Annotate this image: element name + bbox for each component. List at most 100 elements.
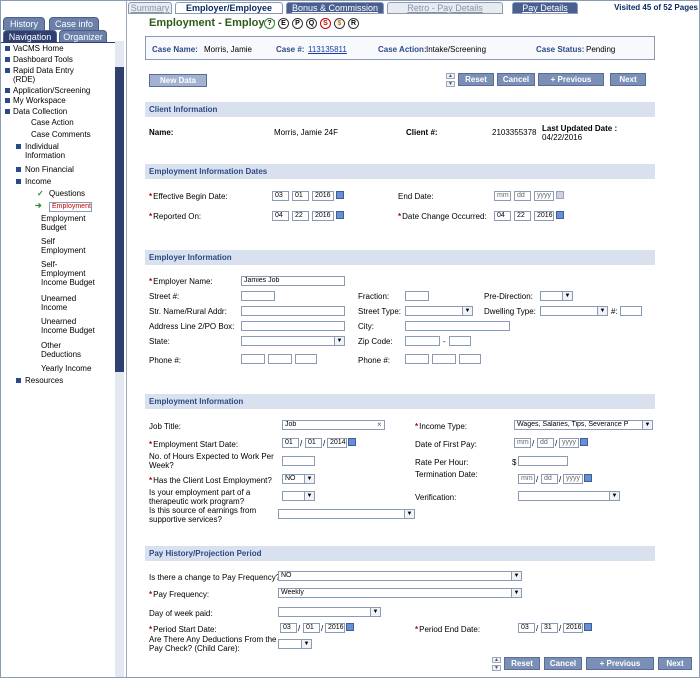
phone-2-prefix-input[interactable] [432, 354, 456, 364]
reset-button-top[interactable]: Reset [458, 73, 494, 86]
verification-select[interactable]: ▼ [518, 491, 620, 501]
previous-button-top[interactable]: + Previous [538, 73, 604, 86]
job-title-input[interactable]: Job [282, 420, 385, 430]
nav-data-collection[interactable]: Data Collection [13, 107, 67, 116]
nav-case-action[interactable]: Case Action [31, 118, 74, 127]
day-of-week-paid-select[interactable]: ▼ [278, 607, 381, 617]
calendar-icon[interactable] [336, 191, 344, 199]
cancel-button-bottom[interactable]: Cancel [544, 657, 582, 670]
end-date-year[interactable]: yyyy [534, 191, 554, 201]
phone-line-input[interactable] [295, 354, 317, 364]
nav-rapid-data-entry[interactable]: Rapid Data Entry (RDE) [13, 66, 97, 84]
calendar-icon[interactable] [556, 211, 564, 219]
period-start-day[interactable]: 01 [303, 623, 320, 633]
expand-icon[interactable] [16, 378, 21, 383]
end-date-month[interactable]: mm [494, 191, 511, 201]
nav-non-financial[interactable]: Non Financial [25, 165, 74, 174]
nav-unearned-income-budget[interactable]: Unearned Income Budget [41, 317, 101, 335]
city-input[interactable] [405, 321, 510, 331]
therapeutic-program-select[interactable]: ▼ [282, 491, 315, 501]
street-number-input[interactable] [241, 291, 275, 301]
street-name-input[interactable] [241, 306, 345, 316]
nav-employment[interactable]: Employment [49, 202, 92, 212]
nav-resources[interactable]: Resources [25, 376, 63, 385]
dollar-icon[interactable]: $ [334, 18, 345, 29]
state-select[interactable]: ▼ [241, 336, 345, 346]
scroll-up-icon[interactable]: ▲ [446, 73, 455, 79]
date-change-year[interactable]: 2016 [534, 211, 554, 221]
deductions-select[interactable]: ▼ [278, 639, 312, 649]
person-icon[interactable]: P [292, 18, 303, 29]
case-number-link[interactable]: 113135811 [308, 45, 347, 54]
tab-pay-details[interactable]: Pay Details [512, 2, 578, 14]
lost-employment-select[interactable]: NO ▼ [282, 474, 315, 484]
first-pay-year[interactable]: yyyy [559, 438, 579, 448]
period-end-year[interactable]: 2016 [563, 623, 583, 633]
help-icon[interactable]: ? [264, 18, 275, 29]
period-end-month[interactable]: 03 [518, 623, 535, 633]
phone-2-area-input[interactable] [405, 354, 429, 364]
end-date-day[interactable]: dd [514, 191, 531, 201]
first-pay-month[interactable]: mm [514, 438, 531, 448]
address-line-2-input[interactable] [241, 321, 345, 331]
expand-icon[interactable] [5, 46, 10, 51]
expand-icon[interactable] [16, 167, 21, 172]
reported-on-month[interactable]: 04 [272, 211, 289, 221]
nav-income[interactable]: Income [25, 177, 51, 186]
report-icon[interactable]: R [348, 18, 359, 29]
pay-frequency-select[interactable]: Weekly ▼ [278, 588, 522, 598]
start-date-day[interactable]: 01 [305, 438, 322, 448]
pay-frequency-change-select[interactable]: NO ▼ [278, 571, 522, 581]
sidebar-scroll-thumb[interactable] [115, 67, 124, 372]
hours-per-week-input[interactable] [282, 456, 315, 466]
phone-2-line-input[interactable] [459, 354, 481, 364]
rate-per-hour-input[interactable] [518, 456, 568, 466]
termination-day[interactable]: dd [541, 474, 558, 484]
calendar-icon[interactable] [584, 474, 592, 482]
zip-code-input[interactable] [405, 336, 440, 346]
expand-icon[interactable] [5, 88, 10, 93]
nav-other-deductions[interactable]: Other Deductions [41, 341, 101, 359]
search-icon[interactable]: Q [306, 18, 317, 29]
zip-extension-input[interactable] [449, 336, 471, 346]
expand-icon[interactable] [5, 57, 10, 62]
calendar-icon[interactable] [346, 623, 354, 631]
expand-icon[interactable] [5, 68, 10, 73]
nav-yearly-income[interactable]: Yearly Income [41, 364, 91, 373]
calendar-icon[interactable] [556, 191, 564, 199]
period-start-month[interactable]: 03 [280, 623, 297, 633]
calendar-icon[interactable] [584, 623, 592, 631]
calendar-icon[interactable] [336, 211, 344, 219]
effective-begin-day[interactable]: 01 [292, 191, 309, 201]
effective-begin-year[interactable]: 2016 [312, 191, 334, 201]
employer-name-input[interactable]: Jamies Job [241, 276, 345, 286]
tab-employer-employee[interactable]: Employer/Employee [175, 2, 283, 14]
nav-unearned-income[interactable]: Unearned Income [41, 294, 101, 312]
nav-individual-information[interactable]: Individual Information [25, 142, 75, 160]
first-pay-day[interactable]: dd [537, 438, 554, 448]
calendar-icon[interactable] [348, 438, 356, 446]
tab-history[interactable]: History [3, 17, 45, 30]
new-data-button[interactable]: New Data [149, 74, 207, 87]
nav-self-employment-income-budget[interactable]: Self-Employment Income Budget [41, 260, 101, 287]
reported-on-day[interactable]: 22 [292, 211, 309, 221]
scroll-down-icon[interactable]: ▼ [492, 665, 501, 671]
next-button-top[interactable]: Next [610, 73, 646, 86]
tab-case-info[interactable]: Case info [49, 17, 99, 30]
termination-year[interactable]: yyyy [563, 474, 583, 484]
phone-prefix-input[interactable] [268, 354, 292, 364]
expand-icon[interactable] [16, 144, 21, 149]
street-type-select[interactable]: ▼ [405, 306, 473, 316]
nav-vacms-home[interactable]: VaCMS Home [13, 44, 64, 53]
cancel-button-top[interactable]: Cancel [497, 73, 535, 86]
nav-case-comments[interactable]: Case Comments [31, 130, 91, 139]
reset-button-bottom[interactable]: Reset [504, 657, 540, 670]
collapse-icon[interactable] [16, 179, 21, 184]
stop-icon[interactable]: S [320, 18, 331, 29]
supportive-services-select[interactable]: ▼ [278, 509, 415, 519]
clear-icon[interactable]: × [377, 420, 382, 429]
scroll-up-icon[interactable]: ▲ [492, 657, 501, 663]
nav-dashboard-tools[interactable]: Dashboard Tools [13, 55, 73, 64]
tab-summary[interactable]: Summary [128, 2, 172, 14]
expand-icon[interactable] [5, 98, 10, 103]
